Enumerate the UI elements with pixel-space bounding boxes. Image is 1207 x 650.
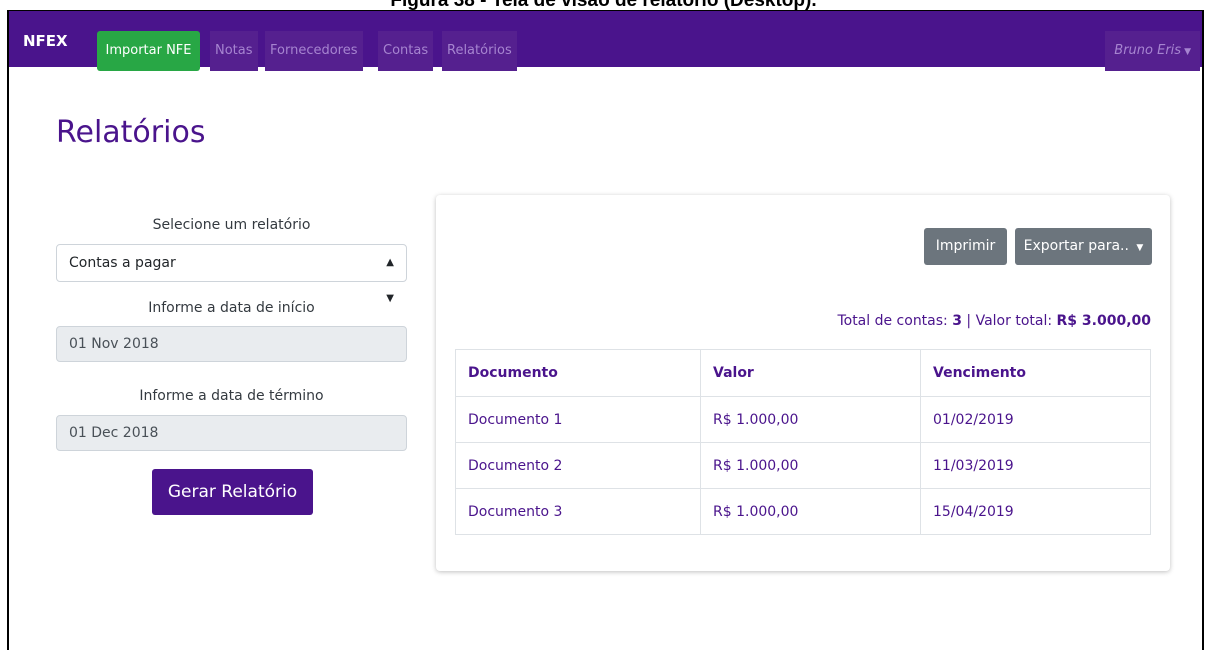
cell-vencimento: 11/03/2019	[920, 442, 1151, 489]
page-title: Relatórios	[56, 115, 206, 150]
column-header-documento: Documento	[455, 349, 701, 397]
report-totals: Total de contas: 3 | Valor total: R$ 3.0…	[837, 313, 1151, 329]
total-value: R$ 3.000,00	[1056, 313, 1151, 329]
start-date-field[interactable]: 01 Nov 2018	[56, 326, 407, 362]
report-select[interactable]: Contas a pagar ▲ ▼	[56, 244, 407, 304]
nav-link-contas[interactable]: Contas	[378, 31, 434, 71]
table-row: Documento 1 R$ 1.000,00 01/02/2019	[455, 396, 1151, 443]
cell-valor: R$ 1.000,00	[700, 488, 921, 535]
cell-documento: Documento 3	[455, 488, 701, 535]
cell-valor: R$ 1.000,00	[700, 396, 921, 443]
end-date-field[interactable]: 01 Dec 2018	[56, 415, 407, 451]
totals-separator: |	[966, 313, 972, 329]
column-header-vencimento: Vencimento	[920, 349, 1151, 397]
brand-logo[interactable]: NFEX	[23, 32, 68, 50]
report-table: Documento Valor Vencimento Documento 1 R…	[455, 349, 1151, 535]
cell-documento: Documento 1	[455, 396, 701, 443]
total-accounts-value: 3	[952, 313, 962, 329]
cell-documento: Documento 2	[455, 442, 701, 489]
import-nfe-button[interactable]: Importar NFE	[97, 31, 200, 71]
export-dropdown-button[interactable]: Exportar para.. ▼	[1015, 228, 1152, 265]
report-select-label: Selecione um relatório	[152, 217, 311, 233]
caret-down-icon: ▼	[1184, 47, 1191, 57]
start-date-label: Informe a data de início	[148, 300, 315, 316]
user-name: Bruno Eris	[1114, 43, 1182, 58]
column-header-valor: Valor	[700, 349, 921, 397]
report-select-value: Contas a pagar	[69, 255, 176, 271]
end-date-label: Informe a data de término	[139, 388, 324, 404]
table-row: Documento 3 R$ 1.000,00 15/04/2019	[455, 488, 1151, 535]
table-row: Documento 2 R$ 1.000,00 11/03/2019	[455, 442, 1151, 489]
user-menu[interactable]: Bruno Eris ▼	[1105, 31, 1200, 71]
nav-link-fornecedores[interactable]: Fornecedores	[265, 31, 363, 71]
report-card: Imprimir Exportar para.. ▼ Total de cont…	[436, 195, 1170, 571]
print-button[interactable]: Imprimir	[924, 228, 1007, 265]
cell-valor: R$ 1.000,00	[700, 442, 921, 489]
table-header-row: Documento Valor Vencimento	[455, 349, 1151, 397]
caret-down-icon: ▼	[1136, 243, 1144, 253]
total-value-label: Valor total:	[975, 313, 1053, 329]
cell-vencimento: 15/04/2019	[920, 488, 1151, 535]
top-navbar: NFEX Importar NFE Notas Fornecedores Con…	[9, 11, 1202, 71]
total-accounts-label: Total de contas:	[837, 313, 948, 329]
nav-link-notas[interactable]: Notas	[210, 31, 258, 71]
export-button-label: Exportar para..	[1023, 238, 1129, 254]
generate-report-button[interactable]: Gerar Relatório	[152, 469, 313, 515]
cell-vencimento: 01/02/2019	[920, 396, 1151, 443]
nav-link-relatorios[interactable]: Relatórios	[442, 31, 517, 71]
